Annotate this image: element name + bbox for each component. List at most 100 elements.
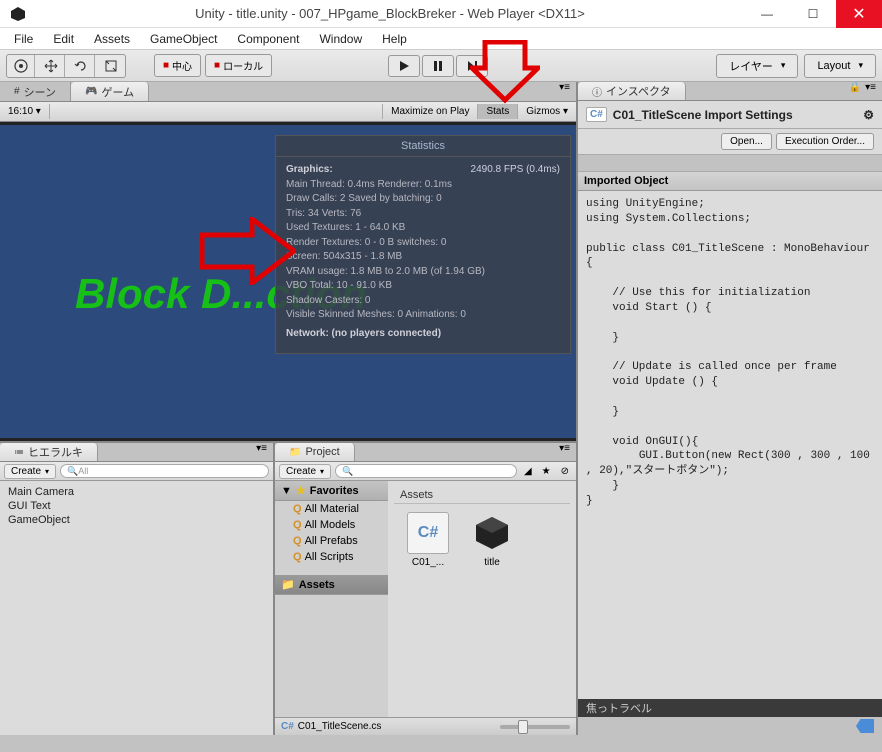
project-icon: 📁: [289, 447, 301, 458]
open-button[interactable]: Open...: [721, 133, 772, 150]
hierarchy-item[interactable]: GameObject: [6, 513, 267, 527]
lock-icon[interactable]: 🔒: [849, 82, 861, 100]
close-button[interactable]: ✕: [836, 0, 882, 28]
inspector-panel-menu-icon[interactable]: ▾≡: [865, 82, 882, 100]
local-global-toggle[interactable]: ■ローカル: [205, 54, 272, 77]
hierarchy-item[interactable]: Main Camera: [6, 485, 267, 499]
window-title: Unity - title.unity - 007_HPgame_BlockBr…: [36, 6, 744, 21]
favorite-item[interactable]: QAll Material: [275, 501, 388, 517]
stats-vram: VRAM usage: 1.8 MB to 2.0 MB (of 1.94 GB…: [286, 265, 560, 280]
project-search[interactable]: 🔍: [335, 464, 517, 478]
tab-game[interactable]: 🎮ゲーム: [71, 82, 149, 101]
stats-overlay: Statistics Graphics:2490.8 FPS (0.4ms) M…: [275, 135, 571, 354]
stats-render-textures: Render Textures: 0 - 0 B switches: 0: [286, 236, 560, 251]
status-bar: 焦っトラベル: [578, 699, 882, 717]
execution-order-button[interactable]: Execution Order...: [776, 133, 874, 150]
project-footer: C# C01_TitleScene.cs: [275, 717, 576, 735]
asset-item-script[interactable]: C# C01_...: [402, 512, 454, 568]
imported-object-header: Imported Object: [578, 171, 882, 191]
project-panel-menu-icon[interactable]: ▾≡: [559, 443, 576, 461]
tab-inspector[interactable]: ⓘインスペクタ: [578, 82, 686, 100]
folder-icon: 📁: [281, 578, 295, 591]
stats-graphics-label: Graphics:: [286, 164, 333, 175]
status-text: 焦っトラベル: [586, 700, 652, 716]
stats-screen: Screen: 504x315 - 1.8 MB: [286, 250, 560, 265]
transform-tool-group: [6, 54, 126, 78]
footer-filename: C01_TitleScene.cs: [298, 721, 382, 732]
move-tool[interactable]: [37, 55, 65, 77]
project-favorite-icon[interactable]: ★: [539, 466, 554, 477]
menu-file[interactable]: File: [4, 30, 43, 48]
minimize-button[interactable]: —: [744, 0, 790, 28]
main-toolbar: ■中心 ■ローカル レイヤー Layout: [0, 50, 882, 82]
gizmos-dropdown[interactable]: Gizmos ▾: [517, 104, 576, 119]
stats-toggle[interactable]: Stats: [477, 104, 517, 119]
stats-network: Network: (no players connected): [286, 328, 441, 339]
gear-icon[interactable]: ⚙: [863, 108, 874, 122]
assets-folder[interactable]: 📁Assets: [275, 575, 388, 595]
stats-title: Statistics: [276, 136, 570, 157]
hand-tool[interactable]: [7, 55, 35, 77]
layout-dropdown[interactable]: Layout: [804, 54, 876, 78]
project-filter-icon[interactable]: ◢: [521, 466, 535, 477]
scale-tool[interactable]: [97, 55, 125, 77]
menu-window[interactable]: Window: [309, 30, 372, 48]
project-create-dropdown[interactable]: Create: [279, 464, 331, 479]
favorite-item[interactable]: QAll Scripts: [275, 549, 388, 565]
stats-main-thread: Main Thread: 0.4ms Renderer: 0.1ms: [286, 178, 560, 193]
rotate-tool[interactable]: [67, 55, 95, 77]
game-view-toolbar: 16:10 ▾ Maximize on Play Stats Gizmos ▾: [0, 102, 576, 122]
hierarchy-item[interactable]: GUI Text: [6, 499, 267, 513]
maximize-on-play-toggle[interactable]: Maximize on Play: [382, 104, 477, 119]
favorites-header[interactable]: ▼★Favorites: [275, 481, 388, 501]
asset-item-scene[interactable]: title: [466, 512, 518, 568]
unity-scene-icon: [471, 512, 513, 554]
hierarchy-icon: ≔: [14, 447, 24, 458]
tag-icon[interactable]: [856, 719, 874, 733]
project-save-search-icon[interactable]: ⊘: [558, 466, 572, 477]
tab-hierarchy[interactable]: ≔ヒエラルキ: [0, 443, 98, 461]
window-titlebar: Unity - title.unity - 007_HPgame_BlockBr…: [0, 0, 882, 28]
game-view: Block D...ction Statistics Graphics:2490…: [0, 125, 576, 438]
csharp-file-icon: C#: [586, 107, 607, 122]
asset-size-slider[interactable]: [500, 725, 570, 729]
stats-vbo: VBO Total: 10 - 91.0 KB: [286, 279, 560, 294]
stats-draw-calls: Draw Calls: 2 Saved by batching: 0: [286, 192, 560, 207]
game-icon: 🎮: [85, 86, 97, 97]
hierarchy-list: Main Camera GUI Text GameObject: [0, 481, 273, 735]
favorite-item[interactable]: QAll Models: [275, 517, 388, 533]
maximize-button[interactable]: ☐: [790, 0, 836, 28]
pivot-center-toggle[interactable]: ■中心: [154, 54, 201, 77]
inspector-code-preview: using UnityEngine; using System.Collecti…: [578, 191, 882, 699]
layers-dropdown[interactable]: レイヤー: [716, 54, 798, 78]
menu-component[interactable]: Component: [227, 30, 309, 48]
menu-gameobject[interactable]: GameObject: [140, 30, 227, 48]
unity-app-icon: [8, 4, 28, 24]
menu-edit[interactable]: Edit: [43, 30, 84, 48]
hierarchy-panel-menu-icon[interactable]: ▾≡: [256, 443, 273, 461]
assets-breadcrumb[interactable]: Assets: [394, 487, 570, 504]
hierarchy-panel: ≔ヒエラルキ ▾≡ Create 🔍 All Main Camera GUI T…: [0, 443, 275, 735]
aspect-dropdown[interactable]: 16:10 ▾: [0, 104, 50, 119]
menu-help[interactable]: Help: [372, 30, 417, 48]
project-tree: ▼★Favorites QAll Material QAll Models QA…: [275, 481, 388, 717]
menu-assets[interactable]: Assets: [84, 30, 140, 48]
tab-scene[interactable]: #シーン: [0, 82, 71, 101]
csharp-script-icon: C#: [407, 512, 449, 554]
project-assets-grid: Assets C# C01_... title: [388, 481, 576, 717]
inspector-asset-title: C01_TitleScene Import Settings: [613, 108, 793, 122]
hierarchy-create-dropdown[interactable]: Create: [4, 464, 56, 479]
annotation-arrow-right: [200, 217, 296, 285]
play-button[interactable]: [388, 55, 420, 77]
stats-used-textures: Used Textures: 1 - 64.0 KB: [286, 221, 560, 236]
favorite-item[interactable]: QAll Prefabs: [275, 533, 388, 549]
annotation-arrow-down: [470, 40, 540, 104]
tab-project[interactable]: 📁Project: [275, 443, 355, 461]
panel-menu-icon[interactable]: ▾≡: [559, 82, 576, 101]
pause-button[interactable]: [422, 55, 454, 77]
csharp-small-icon: C#: [281, 721, 294, 732]
inspector-icon: ⓘ: [592, 84, 602, 99]
inspector-title-row: C# C01_TitleScene Import Settings ⚙: [578, 101, 882, 129]
stats-tris: Tris: 34 Verts: 76: [286, 207, 560, 222]
hierarchy-search[interactable]: 🔍 All: [60, 464, 269, 478]
